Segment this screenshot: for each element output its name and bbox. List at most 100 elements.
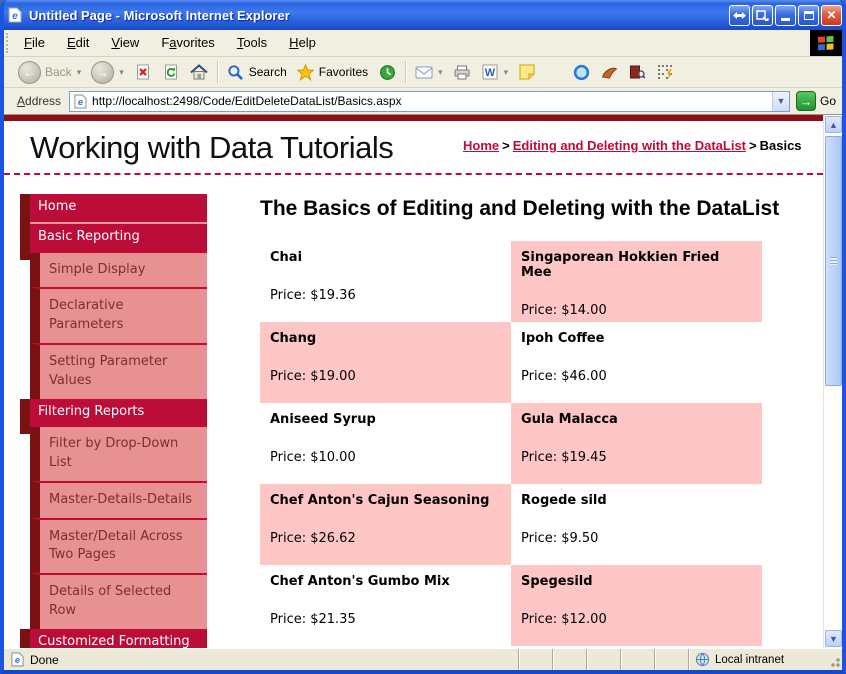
breadcrumb: Home > Editing and Deleting with the DataL… — [463, 138, 802, 153]
sidebar-item-master-detail-across-two-pages[interactable]: Master/Detail Across Two Pages — [30, 517, 207, 574]
product-cell-aniseed-syrup: Aniseed Syrup Price: $10.00 — [270, 412, 376, 466]
address-input[interactable]: e http://localhost:2498/Code/EditDeleteD… — [69, 90, 790, 112]
sidebar-item-filtering-reports[interactable]: Filtering Reports — [20, 398, 207, 435]
vertical-scrollbar[interactable]: ▲ ▼ — [823, 115, 842, 648]
fox-button[interactable] — [595, 59, 623, 85]
status-segment — [620, 649, 654, 670]
close-button[interactable]: ✕ — [821, 4, 842, 26]
menu-file[interactable]: File — [13, 30, 56, 56]
search-button[interactable]: Search — [222, 59, 292, 85]
mail-dropdown-icon[interactable]: ▾ — [438, 67, 443, 78]
scrollbar-thumb[interactable] — [825, 136, 842, 386]
sidebar-item-basic-reporting[interactable]: Basic Reporting — [20, 222, 207, 260]
product-cell-chai: Chai Price: $19.36 — [270, 250, 356, 304]
product-datalist: Chai Price: $19.36 Singaporean Hokkien Fr… — [260, 241, 823, 647]
sidebar-item-declarative-parameters[interactable]: Declarative Parameters — [30, 287, 207, 344]
toolbar-grip[interactable] — [6, 33, 11, 53]
dashed-separator — [4, 173, 823, 175]
intranet-globe-icon — [695, 652, 710, 667]
status-bar: e Done Local intranet — [4, 648, 842, 670]
security-zone: Local intranet — [688, 649, 826, 670]
status-text: Done — [30, 652, 59, 667]
back-dropdown-icon[interactable]: ▾ — [77, 67, 82, 78]
sidebar-item-simple-display[interactable]: Simple Display — [30, 252, 207, 288]
sidebar-item-setting-parameter-values[interactable]: Setting Parameter Values — [30, 343, 207, 399]
menu-tools[interactable]: Tools — [226, 30, 278, 56]
messenger-button[interactable] — [567, 59, 595, 85]
refresh-button[interactable] — [157, 59, 185, 85]
mail-icon — [415, 63, 433, 81]
title-bar[interactable]: e Untitled Page - Microsoft Internet Exp… — [4, 0, 842, 30]
search-icon — [227, 63, 245, 81]
browser-window: e Untitled Page - Microsoft Internet Exp… — [0, 0, 846, 674]
zone-label: Local intranet — [715, 653, 785, 666]
window-arrows-button[interactable] — [729, 4, 750, 26]
favorites-button[interactable]: Favorites — [292, 59, 373, 85]
menu-edit[interactable]: Edit — [56, 30, 100, 56]
status-page-icon: e — [10, 652, 25, 668]
status-segment — [654, 649, 688, 670]
menu-view[interactable]: View — [100, 30, 150, 56]
mail-button[interactable]: ▾ — [410, 59, 448, 85]
product-cell-spegesild: Spegesild Price: $12.00 — [511, 565, 762, 647]
menu-help[interactable]: Help — [278, 30, 327, 56]
minimize-button[interactable] — [775, 4, 796, 26]
windows-logo-icon — [810, 30, 842, 56]
scroll-up-button[interactable]: ▲ — [825, 116, 842, 133]
window-popout-button[interactable] — [752, 4, 773, 26]
product-cell-chef-antons-cajun-seasoning: Chef Anton's Cajun Seasoning Price: $26.6… — [260, 484, 511, 566]
toolbar: ← Back ▾ → ▾ Search Favorites ▾ W ▾ — [4, 57, 842, 88]
maximize-button[interactable] — [798, 4, 819, 26]
site-banner: Working with Data Tutorials Home > Editing… — [4, 121, 823, 168]
product-cell-chef-antons-gumbo-mix: Chef Anton's Gumbo Mix Price: $21.35 — [270, 574, 450, 628]
fox-icon — [600, 63, 618, 81]
forward-dropdown-icon[interactable]: ▾ — [119, 67, 124, 78]
grid-icon — [656, 63, 674, 81]
svg-text:e: e — [12, 11, 18, 22]
address-label: Address — [17, 94, 62, 108]
forward-button[interactable]: → ▾ — [86, 59, 129, 85]
print-button[interactable] — [448, 59, 476, 85]
messenger-icon — [572, 63, 590, 81]
page-ie-icon: e — [73, 93, 88, 109]
sticky-note-icon — [518, 63, 536, 81]
notes-button[interactable] — [513, 59, 541, 85]
product-cell-ipoh-coffee: Ipoh Coffee Price: $46.00 — [521, 331, 607, 385]
sidebar-item-master-details-details[interactable]: Master-Details-Details — [30, 480, 207, 518]
sidebar-menu: Home Basic Reporting Simple Display Decl… — [20, 194, 207, 648]
grid-tool-button[interactable] — [651, 59, 679, 85]
scroll-down-button[interactable]: ▼ — [825, 630, 842, 647]
go-button[interactable]: → Go — [795, 91, 836, 111]
product-cell-singaporean-hokkien-fried-mee: Singaporean Hokkien Fried Mee Price: $14.… — [511, 241, 762, 323]
product-cell-chang: Chang Price: $19.00 — [260, 322, 511, 404]
page-viewport: Working with Data Tutorials Home > Editing… — [4, 115, 842, 648]
breadcrumb-section-link[interactable]: Editing and Deleting with the DataList — [513, 138, 746, 153]
research-button[interactable] — [623, 59, 651, 85]
refresh-icon — [162, 63, 180, 81]
research-book-icon — [628, 63, 646, 81]
svg-text:W: W — [484, 67, 495, 79]
address-dropdown-button[interactable]: ▼ — [771, 91, 789, 111]
favorites-star-icon — [297, 63, 315, 81]
resize-grip[interactable] — [826, 649, 842, 670]
sidebar-item-home[interactable]: Home — [20, 194, 207, 230]
sidebar-item-filter-by-dropdown-list[interactable]: Filter by Drop-Down List — [30, 426, 207, 481]
sidebar-item-customized-formatting[interactable]: Customized Formatting — [20, 628, 207, 648]
stop-button[interactable] — [129, 59, 157, 85]
main-content: The Basics of Editing and Deleting with … — [260, 194, 823, 648]
back-button[interactable]: ← Back ▾ — [13, 59, 86, 85]
sidebar-item-details-of-selected-row[interactable]: Details of Selected Row — [30, 573, 207, 629]
edit-with-word-button[interactable]: W ▾ — [476, 59, 514, 85]
address-url[interactable]: http://localhost:2498/Code/EditDeleteDat… — [92, 94, 768, 108]
product-cell-gula-malacca: Gula Malacca Price: $19.45 — [511, 403, 762, 485]
status-segment — [552, 649, 586, 670]
home-button[interactable] — [185, 59, 213, 85]
menu-favorites[interactable]: Favorites — [150, 30, 225, 56]
go-arrow-icon: → — [795, 91, 816, 111]
ie-logo-icon: e — [6, 6, 24, 24]
breadcrumb-home-link[interactable]: Home — [463, 138, 499, 153]
page-title: The Basics of Editing and Deleting with … — [260, 197, 780, 220]
history-button[interactable] — [373, 59, 401, 85]
history-icon — [378, 63, 396, 81]
edit-dropdown-icon[interactable]: ▾ — [504, 67, 509, 78]
